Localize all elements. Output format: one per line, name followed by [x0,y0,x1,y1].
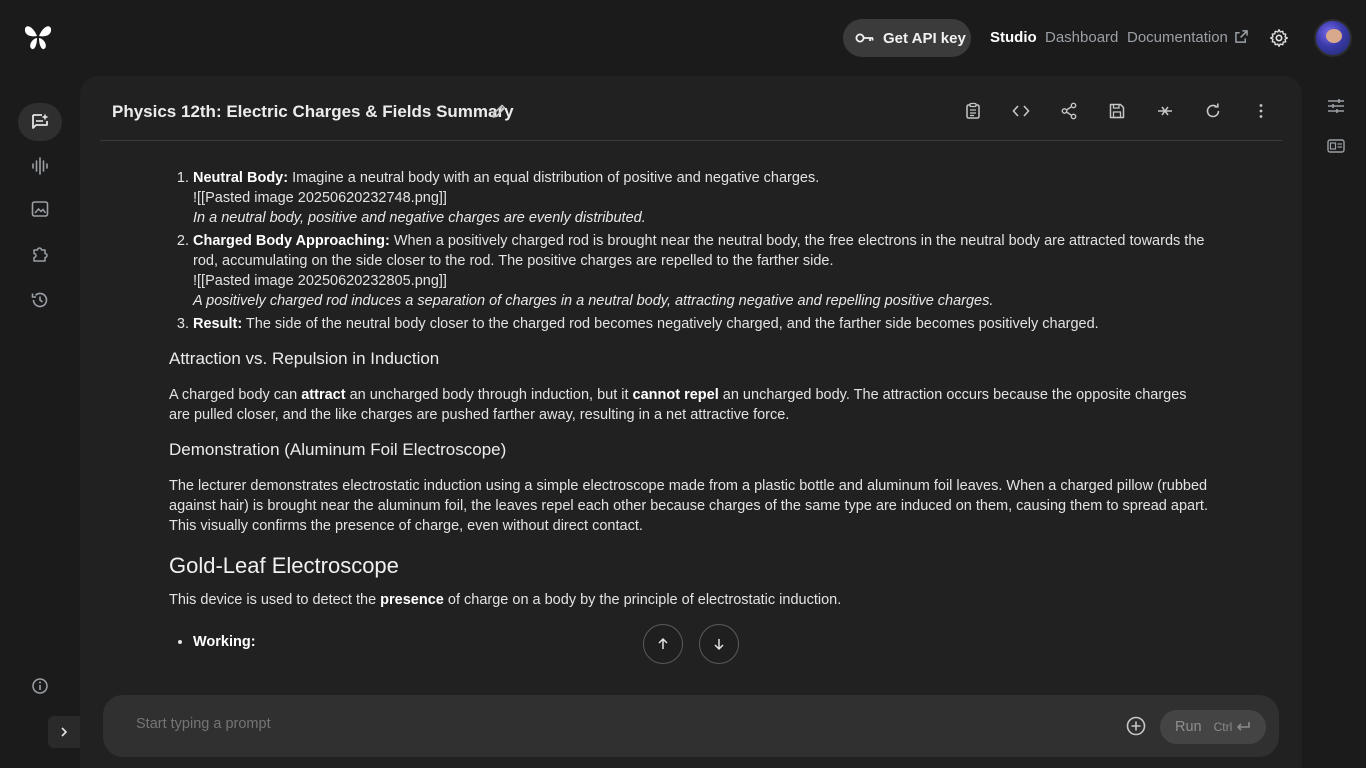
history-icon [31,292,48,308]
nav-documentation-label: Documentation [1127,29,1228,46]
reset-button[interactable] [1202,100,1224,122]
rail-build-button[interactable] [18,235,62,273]
text-span: an uncharged body through induction, but… [345,387,633,403]
rail-chat-button[interactable] [18,103,62,141]
rail-media-button[interactable] [18,190,62,228]
bold-text: attract [301,387,346,403]
expand-sidebar-button[interactable] [48,716,80,748]
run-button[interactable]: Run Ctrl [1160,710,1266,744]
rail-info-button[interactable] [18,667,62,705]
nav-dashboard[interactable]: Dashboard [1045,29,1118,46]
shortcut-key-label: Ctrl [1213,720,1233,734]
paragraph-gold-leaf: This device is used to detect the presen… [169,590,1209,610]
list-item: Neutral Body: Imagine a neutral body wit… [193,168,1209,228]
clipboard-icon [966,102,980,119]
more-options-button[interactable] [1250,100,1272,122]
panel-header: Physics 12th: Electric Charges & Fields … [100,76,1282,141]
step-text: The side of the neutral body closer to t… [242,316,1099,332]
right-rail [1302,76,1366,768]
list-item: Result: The side of the neutral body clo… [193,314,1209,334]
bold-text: Working: [193,634,256,650]
section-heading-gold-leaf: Gold-Leaf Electroscope [169,553,399,578]
compare-button[interactable] [1154,100,1176,122]
get-api-key-button[interactable]: Get API key [843,19,971,57]
gear-icon[interactable] [1269,28,1289,48]
run-label: Run [1175,719,1202,735]
arrow-down-icon [714,639,724,651]
arrow-up-icon [658,637,668,649]
share-icon [1061,102,1077,120]
image-gen-icon [31,201,49,217]
list-item: Charged Body Approaching: When a positiv… [193,231,1209,311]
text-span: A charged body can [169,387,302,403]
section-heading-demo: Demonstration (Aluminum Foil Electroscop… [169,440,507,459]
enter-key-icon [1237,722,1251,731]
info-icon [32,678,48,694]
step-caption: A positively charged rod induces a separ… [193,293,994,309]
step-title: Charged Body Approaching: [193,233,390,249]
audio-wave-icon [32,157,48,175]
induction-steps-list: Neutral Body: Imagine a neutral body wit… [169,168,1209,334]
clipboard-button[interactable] [962,100,984,122]
puzzle-icon [33,247,48,262]
text-span: This device is used to detect the [169,592,381,608]
step-title: Neutral Body: [193,170,289,186]
chat-panel: Physics 12th: Electric Charges & Fields … [80,76,1302,768]
nav-studio[interactable]: Studio [990,29,1037,46]
response-content: Neutral Body: Imagine a neutral body wit… [169,168,1209,688]
run-shortcut: Ctrl [1214,720,1252,734]
chevron-right-icon [61,727,68,737]
rail-stream-button[interactable] [18,147,62,185]
save-button[interactable] [1106,100,1128,122]
image-link-text: ![[Pasted image 20250620232805.png]] [193,273,447,289]
scroll-down-button[interactable] [699,624,739,664]
add-media-icon[interactable] [1125,715,1147,737]
left-rail [0,76,80,768]
user-avatar[interactable] [1314,19,1352,57]
refresh-icon [1206,103,1220,118]
compare-arrows-icon [1158,106,1172,116]
code-icon [1012,105,1030,117]
top-bar: Get API key Studio Dashboard Documentati… [0,0,1366,76]
page-title: Physics 12th: Electric Charges & Fields … [112,102,514,121]
chat-prompt-icon [32,113,49,129]
get-api-key-label: Get API key [883,29,966,47]
app-logo-icon[interactable] [22,22,54,52]
step-caption: In a neutral body, positive and negative… [193,210,646,226]
section-heading-attraction: Attraction vs. Repulsion in Induction [169,349,440,368]
more-vert-icon [1259,104,1263,118]
external-link-icon [1235,30,1248,43]
step-title: Result: [193,316,243,332]
prompt-bar: Run Ctrl [103,695,1279,757]
bold-text: cannot repel [632,387,719,403]
nav-documentation[interactable]: Documentation [1127,29,1248,46]
prompt-input[interactable] [136,716,1036,732]
working-list: Working: [169,632,1209,652]
save-icon [1109,103,1125,119]
edit-title-icon[interactable] [490,102,508,120]
paragraph-attraction: A charged body can attract an uncharged … [169,385,1209,425]
paragraph-demo: The lecturer demonstrates electrostatic … [169,478,1208,534]
run-settings-icon[interactable] [1326,96,1346,116]
step-text: Imagine a neutral body with an equal dis… [288,170,820,186]
media-gallery-icon[interactable] [1326,136,1346,156]
text-span: of charge on a body by the principle of … [443,592,842,608]
key-icon [855,33,874,43]
image-link-text: ![[Pasted image 20250620232748.png]] [193,190,447,206]
rail-history-button[interactable] [18,281,62,319]
bold-text: presence [380,592,444,608]
scroll-up-button[interactable] [643,624,683,664]
share-button[interactable] [1058,100,1080,122]
get-code-button[interactable] [1010,100,1032,122]
